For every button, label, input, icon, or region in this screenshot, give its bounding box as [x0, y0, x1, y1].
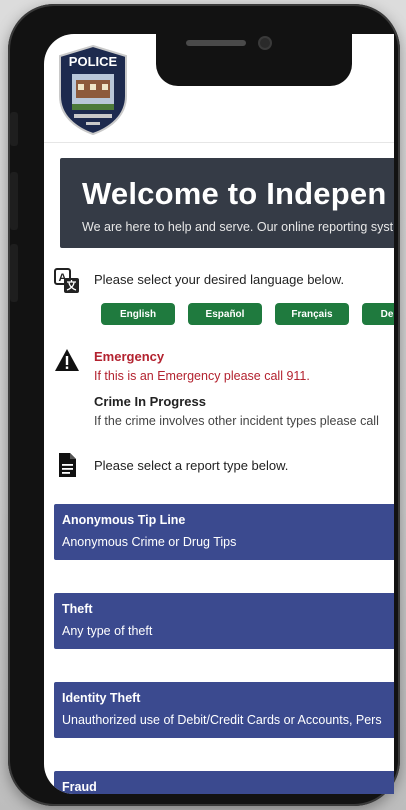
language-button-francais[interactable]: Français	[275, 303, 349, 325]
document-icon	[59, 453, 76, 477]
report-card-fraud[interactable]: Fraud	[54, 771, 394, 794]
report-card-theft[interactable]: Theft Any type of theft	[54, 593, 394, 649]
police-badge-logo[interactable]: POLICE	[56, 44, 130, 136]
header-divider	[44, 142, 394, 143]
phone-frame: POLICE Welcome to Indepen We are here to…	[8, 4, 400, 806]
crime-in-progress-text: If the crime involves other incident typ…	[94, 414, 379, 428]
report-card-title: Identity Theft	[62, 691, 141, 705]
side-button-volume-down	[10, 244, 18, 302]
language-prompt: Please select your desired language belo…	[94, 272, 345, 287]
emergency-text: If this is an Emergency please call 911.	[94, 369, 310, 383]
report-card-description: Anonymous Crime or Drug Tips	[62, 535, 237, 549]
side-button-volume-up	[10, 172, 18, 230]
translate-icon: A	[54, 268, 79, 293]
report-card-description: Any type of theft	[62, 624, 153, 638]
welcome-banner: Welcome to Indepen We are here to help a…	[60, 158, 394, 248]
report-card-title: Theft	[62, 602, 93, 616]
language-button-english[interactable]: English	[101, 303, 175, 325]
language-button-deutsch[interactable]: De	[362, 303, 394, 325]
report-type-prompt: Please select a report type below.	[94, 458, 289, 473]
phone-screen: POLICE Welcome to Indepen We are here to…	[44, 34, 394, 794]
logo-text: POLICE	[69, 54, 118, 69]
banner-title: Welcome to Indepen	[82, 176, 387, 211]
phone-speaker	[186, 40, 246, 46]
crime-in-progress-title: Crime In Progress	[94, 394, 206, 409]
warning-icon	[55, 349, 79, 371]
report-card-title: Fraud	[62, 780, 97, 794]
banner-subtitle: We are here to help and serve. Our onlin…	[82, 220, 394, 234]
report-card-anonymous-tip-line[interactable]: Anonymous Tip Line Anonymous Crime or Dr…	[54, 504, 394, 560]
report-card-title: Anonymous Tip Line	[62, 513, 186, 527]
report-card-description: Unauthorized use of Debit/Credit Cards o…	[62, 713, 382, 727]
report-card-identity-theft[interactable]: Identity Theft Unauthorized use of Debit…	[54, 682, 394, 738]
side-button-mute	[10, 112, 18, 146]
language-button-espanol[interactable]: Español	[188, 303, 262, 325]
emergency-title: Emergency	[94, 349, 165, 364]
front-camera	[260, 38, 270, 48]
